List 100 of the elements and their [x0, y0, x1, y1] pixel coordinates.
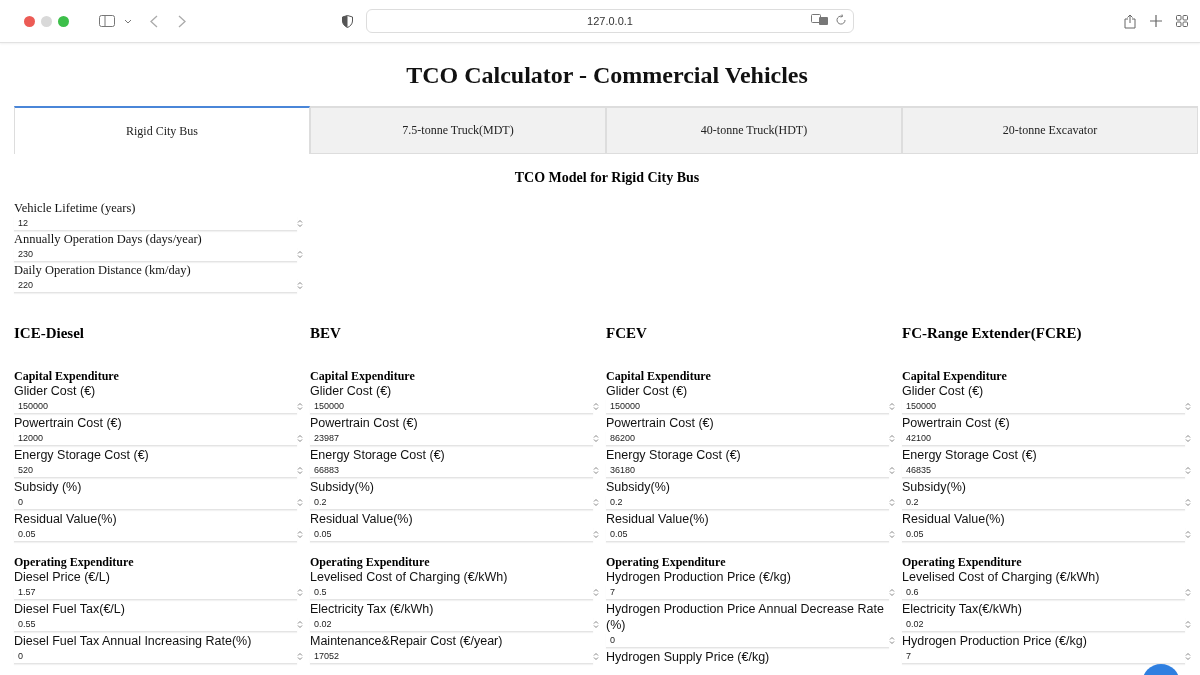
vehicle-tab[interactable]: 20-tonne Excavator — [902, 106, 1198, 154]
field-label: Glider Cost (€) — [14, 383, 96, 399]
number-field[interactable]: 86200 — [606, 431, 889, 446]
translate-icon[interactable] — [811, 14, 829, 26]
spinner-icon[interactable] — [593, 530, 599, 539]
spinner-icon[interactable] — [297, 620, 303, 629]
number-field[interactable]: 17052 — [310, 649, 593, 664]
number-field[interactable]: 66883 — [310, 463, 593, 478]
spinner-icon[interactable] — [593, 620, 599, 629]
spinner-icon[interactable] — [297, 281, 303, 290]
spinner-icon[interactable] — [1185, 588, 1191, 597]
number-field[interactable]: 520 — [14, 463, 297, 478]
number-field[interactable]: 0.2 — [606, 495, 889, 510]
spinner-icon[interactable] — [889, 434, 895, 443]
chevron-down-icon[interactable] — [124, 18, 132, 24]
number-field[interactable]: 0.05 — [606, 527, 889, 542]
number-field[interactable]: 230 — [14, 247, 297, 262]
field-label: Diesel Fuel Tax(€/L) — [14, 601, 125, 617]
field-label: Energy Storage Cost (€) — [14, 447, 149, 463]
field-label: Electricity Tax(€/kWh) — [902, 601, 1022, 617]
maximize-icon[interactable] — [58, 15, 69, 27]
plus-icon[interactable] — [1150, 15, 1162, 27]
number-field[interactable]: 1.57 — [14, 585, 297, 600]
number-field[interactable]: 0.05 — [902, 527, 1185, 542]
spinner-icon[interactable] — [297, 530, 303, 539]
shield-icon[interactable] — [342, 14, 353, 28]
spinner-icon[interactable] — [889, 466, 895, 475]
field-label: Glider Cost (€) — [902, 383, 984, 399]
field-label: Powertrain Cost (€) — [14, 415, 122, 431]
number-field[interactable]: 0 — [14, 495, 297, 510]
spinner-icon[interactable] — [297, 219, 303, 228]
spinner-icon[interactable] — [593, 402, 599, 411]
section-heading: Operating Expenditure — [606, 556, 727, 569]
number-field[interactable]: 42100 — [902, 431, 1185, 446]
spinner-icon[interactable] — [593, 466, 599, 475]
spinner-icon[interactable] — [889, 402, 895, 411]
close-icon[interactable] — [24, 15, 35, 27]
number-field[interactable]: 150000 — [14, 399, 297, 414]
vehicle-heading: FCEV — [606, 325, 648, 343]
number-field[interactable]: 0.02 — [902, 617, 1185, 632]
spinner-icon[interactable] — [297, 588, 303, 597]
vehicle-tab[interactable]: 40-tonne Truck(HDT) — [606, 106, 902, 154]
spinner-icon[interactable] — [1185, 402, 1191, 411]
number-field[interactable]: 7 — [902, 649, 1185, 664]
number-field[interactable]: 0.2 — [310, 495, 593, 510]
spinner-icon[interactable] — [1185, 530, 1191, 539]
number-field[interactable]: 0.02 — [310, 617, 593, 632]
spinner-icon[interactable] — [593, 434, 599, 443]
number-field[interactable]: 12 — [14, 216, 297, 231]
number-field[interactable]: 0.2 — [902, 495, 1185, 510]
number-field[interactable]: 0 — [606, 633, 889, 648]
tab-overview-icon[interactable] — [1176, 15, 1188, 27]
number-field[interactable]: 36180 — [606, 463, 889, 478]
number-field[interactable]: 0.05 — [310, 527, 593, 542]
sidebar-icon[interactable] — [99, 15, 115, 27]
number-field[interactable]: 23987 — [310, 431, 593, 446]
spinner-icon[interactable] — [297, 498, 303, 507]
spinner-icon[interactable] — [593, 588, 599, 597]
forward-icon[interactable] — [178, 14, 186, 28]
spinner-icon[interactable] — [1185, 434, 1191, 443]
share-icon[interactable] — [1124, 13, 1136, 29]
spinner-icon[interactable] — [297, 250, 303, 259]
back-icon[interactable] — [150, 14, 158, 28]
page-title: TCO Calculator - Commercial Vehicles — [405, 61, 809, 90]
reload-icon[interactable] — [835, 14, 847, 26]
field-label: Daily Operation Distance (km/day) — [14, 262, 192, 278]
spinner-icon[interactable] — [297, 434, 303, 443]
spinner-icon[interactable] — [297, 652, 303, 661]
model-title: TCO Model for Rigid City Bus — [513, 170, 701, 187]
number-field[interactable]: 150000 — [310, 399, 593, 414]
spinner-icon[interactable] — [1185, 498, 1191, 507]
spinner-icon[interactable] — [1185, 466, 1191, 475]
number-field[interactable]: 7 — [606, 585, 889, 600]
spinner-icon[interactable] — [889, 588, 895, 597]
vehicle-tab[interactable]: 7.5-tonne Truck(MDT) — [310, 106, 606, 154]
address-bar[interactable]: 127.0.0.1 — [366, 9, 854, 33]
field-label: Levelised Cost of Charging (€/kWh) — [310, 569, 508, 585]
field-label: Residual Value(%) — [902, 511, 1005, 527]
spinner-icon[interactable] — [1185, 620, 1191, 629]
spinner-icon[interactable] — [1185, 652, 1191, 661]
spinner-icon[interactable] — [889, 636, 895, 645]
number-field[interactable]: 46835 — [902, 463, 1185, 478]
spinner-icon[interactable] — [593, 652, 599, 661]
number-field[interactable]: 0.6 — [902, 585, 1185, 600]
number-field[interactable]: 0.05 — [14, 527, 297, 542]
spinner-icon[interactable] — [593, 498, 599, 507]
spinner-icon[interactable] — [297, 402, 303, 411]
number-field[interactable]: 12000 — [14, 431, 297, 446]
vehicle-tab[interactable]: Rigid City Bus — [14, 106, 310, 154]
number-field[interactable]: 0.55 — [14, 617, 297, 632]
spinner-icon[interactable] — [889, 498, 895, 507]
field-label: Subsidy(%) — [606, 479, 670, 495]
number-field[interactable]: 150000 — [902, 399, 1185, 414]
number-field[interactable]: 150000 — [606, 399, 889, 414]
number-field[interactable]: 220 — [14, 278, 297, 293]
number-field[interactable]: 0 — [14, 649, 297, 664]
minimize-icon[interactable] — [41, 15, 52, 27]
number-field[interactable]: 0.5 — [310, 585, 593, 600]
spinner-icon[interactable] — [889, 530, 895, 539]
spinner-icon[interactable] — [297, 466, 303, 475]
